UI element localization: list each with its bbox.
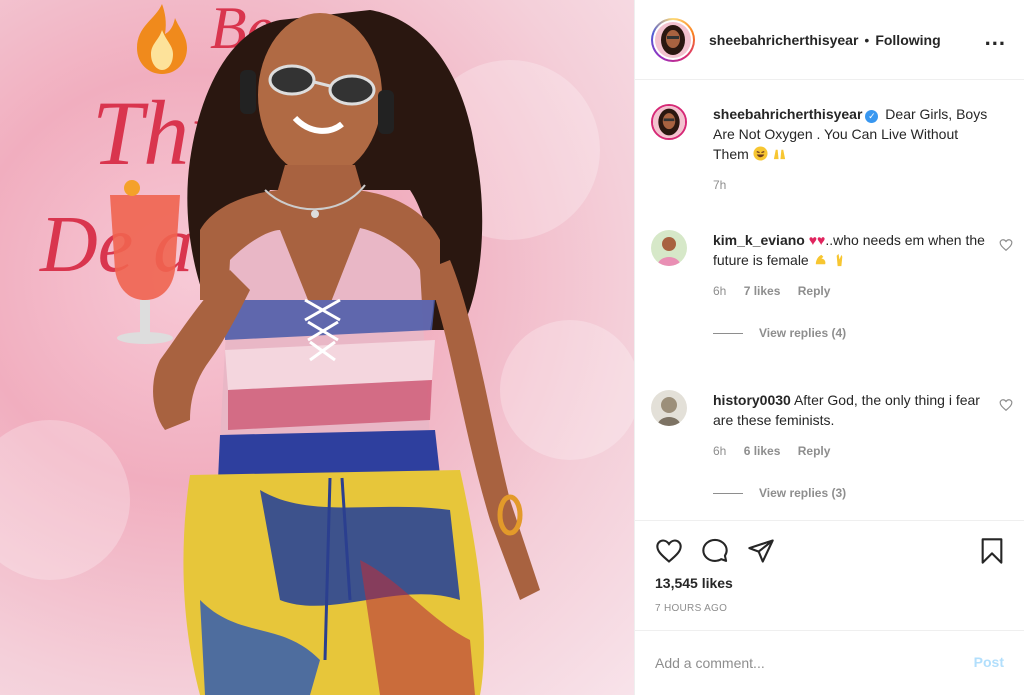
like-comment-heart-icon[interactable] — [999, 398, 1013, 412]
avatar[interactable] — [651, 104, 687, 140]
caption-username[interactable]: sheebahricherthisyear — [713, 106, 862, 122]
post-button[interactable]: Post — [974, 654, 1004, 670]
laughing-emoji-icon — [753, 146, 768, 161]
view-replies-label: View replies (3) — [759, 486, 847, 500]
woman-figure — [110, 10, 540, 695]
comment-item: kim_k_eviano ♥♥..who needs em when the f… — [651, 230, 1013, 340]
avatar[interactable] — [651, 390, 687, 426]
verified-icon: ✓ — [865, 110, 879, 123]
view-replies-button[interactable]: View replies (4) — [713, 326, 991, 340]
caption-time: 7h — [713, 178, 727, 192]
post-header: sheebahricherthisyear • Following ... — [635, 0, 1024, 80]
comments-list[interactable]: sheebahricherthisyear ✓ Dear Girls, Boys … — [635, 80, 1024, 520]
caption: sheebahricherthisyear ✓ Dear Girls, Boys … — [651, 104, 991, 192]
comment-item: history0030 After God, the only thing i … — [651, 390, 1013, 500]
comment-username[interactable]: history0030 — [713, 392, 791, 408]
profile-picture — [655, 21, 691, 58]
replies-divider — [713, 332, 743, 334]
comment-username[interactable]: kim_k_eviano — [713, 232, 805, 248]
heart-icon[interactable] — [655, 537, 683, 565]
post-photo[interactable]: Bess Thr ior De arty — [0, 0, 634, 695]
like-comment-heart-icon[interactable] — [999, 238, 1013, 252]
comment-time: 6h — [713, 284, 727, 298]
flexed-biceps-emoji-icon — [815, 254, 826, 265]
avatar[interactable] — [651, 230, 687, 266]
post-actions: 13,545 likes 7 HOURS AGO — [635, 520, 1024, 630]
post-timestamp[interactable]: 7 HOURS AGO — [655, 603, 727, 614]
add-comment-bar: Post — [635, 630, 1024, 695]
view-replies-button[interactable]: View replies (3) — [713, 486, 991, 500]
reply-button[interactable]: Reply — [798, 284, 831, 298]
more-icon[interactable]: ... — [985, 27, 1006, 49]
comment-time: 6h — [713, 444, 727, 458]
comment-likes[interactable]: 7 likes — [744, 284, 781, 298]
replies-divider — [713, 492, 743, 494]
comment-icon[interactable] — [701, 537, 729, 565]
likes-count[interactable]: 13,545 likes — [655, 575, 733, 591]
red-heart-emoji-icon: ♥♥ — [808, 232, 826, 248]
share-icon[interactable] — [747, 537, 775, 565]
bookmark-icon[interactable] — [978, 537, 1006, 565]
comment-likes[interactable]: 6 likes — [744, 444, 781, 458]
post-sidebar: sheebahricherthisyear • Following ... sh… — [634, 0, 1024, 695]
profile-picture — [653, 106, 685, 138]
raised-hands-emoji-icon — [773, 149, 785, 160]
crossed-fingers-emoji-icon — [836, 253, 842, 267]
separator-dot: • — [864, 31, 870, 48]
view-replies-label: View replies (4) — [759, 326, 847, 340]
avatar[interactable] — [651, 17, 695, 62]
reply-button[interactable]: Reply — [798, 444, 831, 458]
following-button[interactable]: Following — [875, 32, 940, 48]
header-username[interactable]: sheebahricherthisyear — [709, 32, 858, 48]
comment-input[interactable] — [655, 651, 935, 675]
